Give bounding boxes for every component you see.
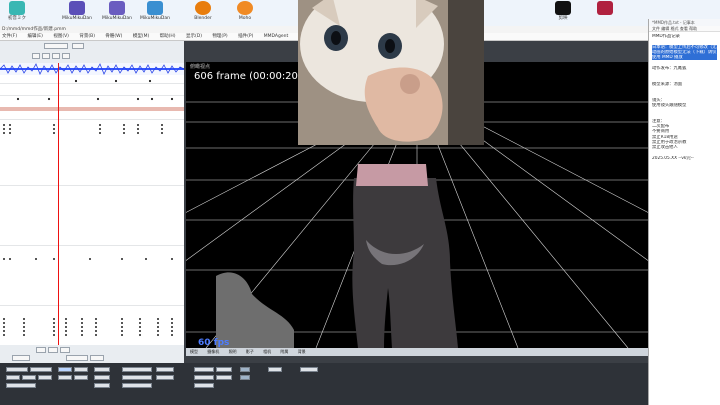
panel-button[interactable] [94, 383, 110, 388]
menu-item[interactable]: 视图(V) [53, 34, 69, 39]
panel-button[interactable] [216, 375, 232, 380]
viewport-tabs: 模型 摄像机 照明 影子 相机 附属 背景 [186, 348, 648, 356]
desktop-shortcut-jianying[interactable]: 剪映 [548, 1, 578, 26]
panel-button[interactable] [240, 367, 250, 372]
panel-button[interactable] [6, 367, 28, 372]
tab-camera[interactable]: 摄像机 [207, 349, 219, 354]
menu-item[interactable]: MMDAgent [264, 34, 288, 39]
panel-button[interactable] [156, 375, 174, 380]
notepad-menu-file[interactable]: 文件 [652, 26, 660, 31]
key-next-button[interactable] [52, 53, 60, 59]
desktop-shortcut-mmd-1[interactable]: MikuMikuDance [62, 1, 92, 26]
menu-item[interactable]: 帮助(H) [160, 34, 176, 39]
panel-button[interactable] [300, 367, 318, 372]
menu-item[interactable]: 物理(P) [212, 34, 227, 39]
control-panel [0, 363, 648, 405]
menu-item[interactable]: 显示(D) [186, 34, 202, 39]
timeline-button[interactable] [90, 355, 104, 361]
panel-button[interactable] [58, 375, 72, 380]
panel-button[interactable] [194, 383, 214, 388]
menu-item[interactable]: 编辑(E) [28, 34, 43, 39]
menu-item[interactable]: 背景(B) [79, 34, 95, 39]
fps-counter: 60 fps [198, 338, 230, 348]
notepad-title: *MMD作品.txt - 记事本 [649, 19, 720, 26]
frame-input[interactable] [44, 43, 68, 49]
panel-button[interactable] [156, 367, 174, 372]
panel-button[interactable] [216, 367, 232, 372]
menu-item[interactable]: 插件(P) [238, 34, 253, 39]
tab-accessory[interactable]: 附属 [280, 349, 288, 354]
key-prev-button[interactable] [42, 53, 50, 59]
tab-view[interactable]: 相机 [263, 349, 271, 354]
moho-icon [237, 1, 253, 15]
panel-button[interactable] [22, 375, 36, 380]
blender-icon [195, 1, 211, 15]
panel-button[interactable] [194, 375, 214, 380]
waveform-graphic [0, 63, 184, 75]
desktop-shortcut-mmd-2[interactable]: MikuMikuDance [102, 1, 132, 26]
panel-button[interactable] [30, 367, 52, 372]
menu-item[interactable]: 骨骼(W) [105, 34, 122, 39]
timeline-button[interactable] [48, 347, 58, 353]
viewport-label: 俯瞰视点 [190, 64, 211, 70]
cat-image [298, 0, 484, 145]
tab-background[interactable]: 背景 [298, 349, 306, 354]
notepad-text-area[interactable]: MMD作品记录 日本语：模型上传后不可修改（无法 动画的原始模型无法（下载）请仅 使用… [649, 32, 720, 163]
mmd-icon [109, 1, 125, 15]
timeline-toolbar [0, 41, 184, 63]
playhead-line [58, 75, 59, 345]
notepad-line: 2025.05.XX --vk完-- [652, 155, 694, 161]
panel-button[interactable] [240, 375, 250, 380]
timeline-button[interactable] [66, 355, 88, 361]
frame-readout: 606 frame (00:00:20) [194, 71, 302, 82]
miku-icon [9, 1, 25, 15]
timeline-button[interactable] [36, 347, 46, 353]
mmd-icon [147, 1, 163, 15]
desktop-shortcut-moho[interactable]: Moho [230, 1, 260, 26]
cat-meme-overlay [298, 0, 484, 145]
desktop-shortcut-app[interactable] [590, 1, 620, 26]
panel-button[interactable] [6, 383, 36, 388]
frame-forward-button[interactable] [62, 53, 70, 59]
app-icon [597, 1, 613, 15]
frame-prev-button[interactable] [72, 43, 84, 49]
notepad-menu-format[interactable]: 格式 [671, 26, 679, 31]
audio-waveform [0, 63, 184, 75]
notepad-menu-edit[interactable]: 编辑 [661, 26, 669, 31]
notepad-menu-view[interactable]: 查看 [680, 26, 688, 31]
panel-button[interactable] [6, 375, 20, 380]
keyframe-markers [0, 75, 184, 345]
mmd-icon [69, 1, 85, 15]
capcut-icon [555, 1, 571, 15]
timeline-button[interactable] [12, 355, 30, 361]
panel-button[interactable] [122, 383, 152, 388]
panel-button[interactable] [74, 367, 88, 372]
desktop-shortcut-miku[interactable]: 初音ミク [2, 1, 32, 26]
menu-item[interactable]: 文件(F) [2, 34, 17, 39]
panel-button[interactable] [122, 375, 152, 380]
notepad-menu-help[interactable]: 帮助 [689, 26, 697, 31]
timeline-footer [0, 345, 184, 363]
frame-back-button[interactable] [32, 53, 40, 59]
panel-button[interactable] [94, 375, 110, 380]
timeline-button[interactable] [60, 347, 70, 353]
desktop-shortcut-blender[interactable]: Blender [188, 1, 218, 26]
desktop-shortcut-mmd-3[interactable]: MikuMikuDance [140, 1, 170, 26]
menu-item[interactable]: 模型(M) [133, 34, 149, 39]
panel-button[interactable] [58, 367, 72, 372]
notepad-window: *MMD作品.txt - 记事本 文件 编辑 格式 查看 帮助 MMD作品记录日… [648, 19, 720, 405]
tab-model[interactable]: 模型 [190, 349, 198, 354]
panel-button[interactable] [74, 375, 88, 380]
panel-button[interactable] [268, 367, 282, 372]
tab-shadow[interactable]: 影子 [246, 349, 254, 354]
timeline-panel [0, 41, 184, 363]
panel-button[interactable] [194, 367, 214, 372]
keyframe-grid[interactable] [0, 75, 184, 345]
tab-light[interactable]: 照明 [229, 349, 237, 354]
panel-button[interactable] [38, 375, 52, 380]
panel-button[interactable] [122, 367, 152, 372]
panel-button[interactable] [94, 367, 110, 372]
